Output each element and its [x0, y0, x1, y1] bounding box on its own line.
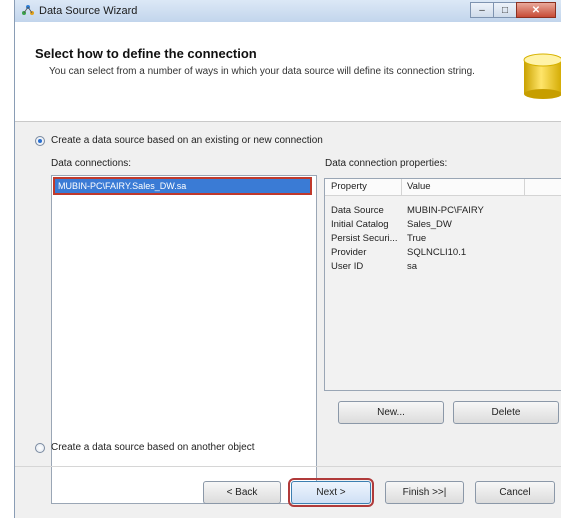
data-connections-label: Data connections:	[51, 158, 132, 169]
column-divider	[401, 179, 402, 195]
property-row: User ID sa	[325, 261, 561, 274]
property-value: True	[407, 233, 427, 244]
property-value: MUBIN-PC\FAIRY	[407, 205, 484, 216]
property-name: Initial Catalog	[331, 219, 389, 230]
connection-properties-label: Data connection properties:	[325, 158, 448, 169]
properties-header: Property Value	[325, 179, 561, 196]
property-row: Persist Securi... True	[325, 233, 561, 246]
property-column-header[interactable]: Property	[331, 181, 367, 192]
value-column-header[interactable]: Value	[407, 181, 431, 192]
minimize-icon: –	[479, 4, 485, 16]
new-button[interactable]: New...	[338, 401, 444, 424]
connection-properties-grid[interactable]: Property Value Data Source MUBIN-PC\FAIR…	[324, 178, 561, 391]
database-icon	[523, 53, 561, 99]
finish-button[interactable]: Finish >>|	[385, 481, 464, 504]
property-name: User ID	[331, 261, 364, 272]
property-row: Initial Catalog Sales_DW	[325, 219, 561, 232]
close-icon: ✕	[531, 4, 541, 16]
footer-divider	[15, 466, 561, 467]
page-description: You can select from a number of ways in …	[49, 66, 475, 77]
wizard-header: Select how to define the connection You …	[15, 22, 561, 122]
other-object-label[interactable]: Create a data source based on another ob…	[51, 442, 254, 453]
wizard-icon	[22, 5, 34, 15]
property-value: Sales_DW	[407, 219, 452, 230]
title-bar[interactable]: Data Source Wizard – □ ✕	[15, 0, 561, 23]
property-value: sa	[407, 261, 418, 272]
minimize-button[interactable]: –	[470, 2, 494, 18]
window-title: Data Source Wizard	[39, 5, 138, 17]
maximize-button[interactable]: □	[493, 2, 517, 18]
property-row: Data Source MUBIN-PC\FAIRY	[325, 205, 561, 218]
cancel-button[interactable]: Cancel	[475, 481, 555, 504]
property-row: Provider SQLNCLI10.1	[325, 247, 561, 260]
back-button[interactable]: < Back	[203, 481, 281, 504]
existing-connection-radio[interactable]	[35, 136, 45, 146]
property-name: Persist Securi...	[331, 233, 398, 244]
property-value: SQLNCLI10.1	[407, 247, 467, 258]
data-source-wizard-window: Data Source Wizard – □ ✕ Select how to d…	[14, 0, 561, 518]
maximize-icon: □	[501, 4, 509, 16]
connection-item[interactable]: MUBIN-PC\FAIRY.Sales_DW.sa	[53, 177, 312, 195]
close-button[interactable]: ✕	[516, 2, 556, 18]
data-connections-list[interactable]: MUBIN-PC\FAIRY.Sales_DW.sa	[51, 175, 317, 504]
delete-button[interactable]: Delete	[453, 401, 559, 424]
next-button[interactable]: Next >	[288, 478, 374, 507]
property-name: Data Source	[331, 205, 384, 216]
property-name: Provider	[331, 247, 367, 258]
caption-buttons: – □ ✕	[470, 2, 556, 18]
page-title: Select how to define the connection	[35, 46, 257, 61]
column-divider	[524, 179, 525, 195]
existing-connection-label[interactable]: Create a data source based on an existin…	[51, 135, 323, 146]
other-object-radio[interactable]	[35, 443, 45, 453]
